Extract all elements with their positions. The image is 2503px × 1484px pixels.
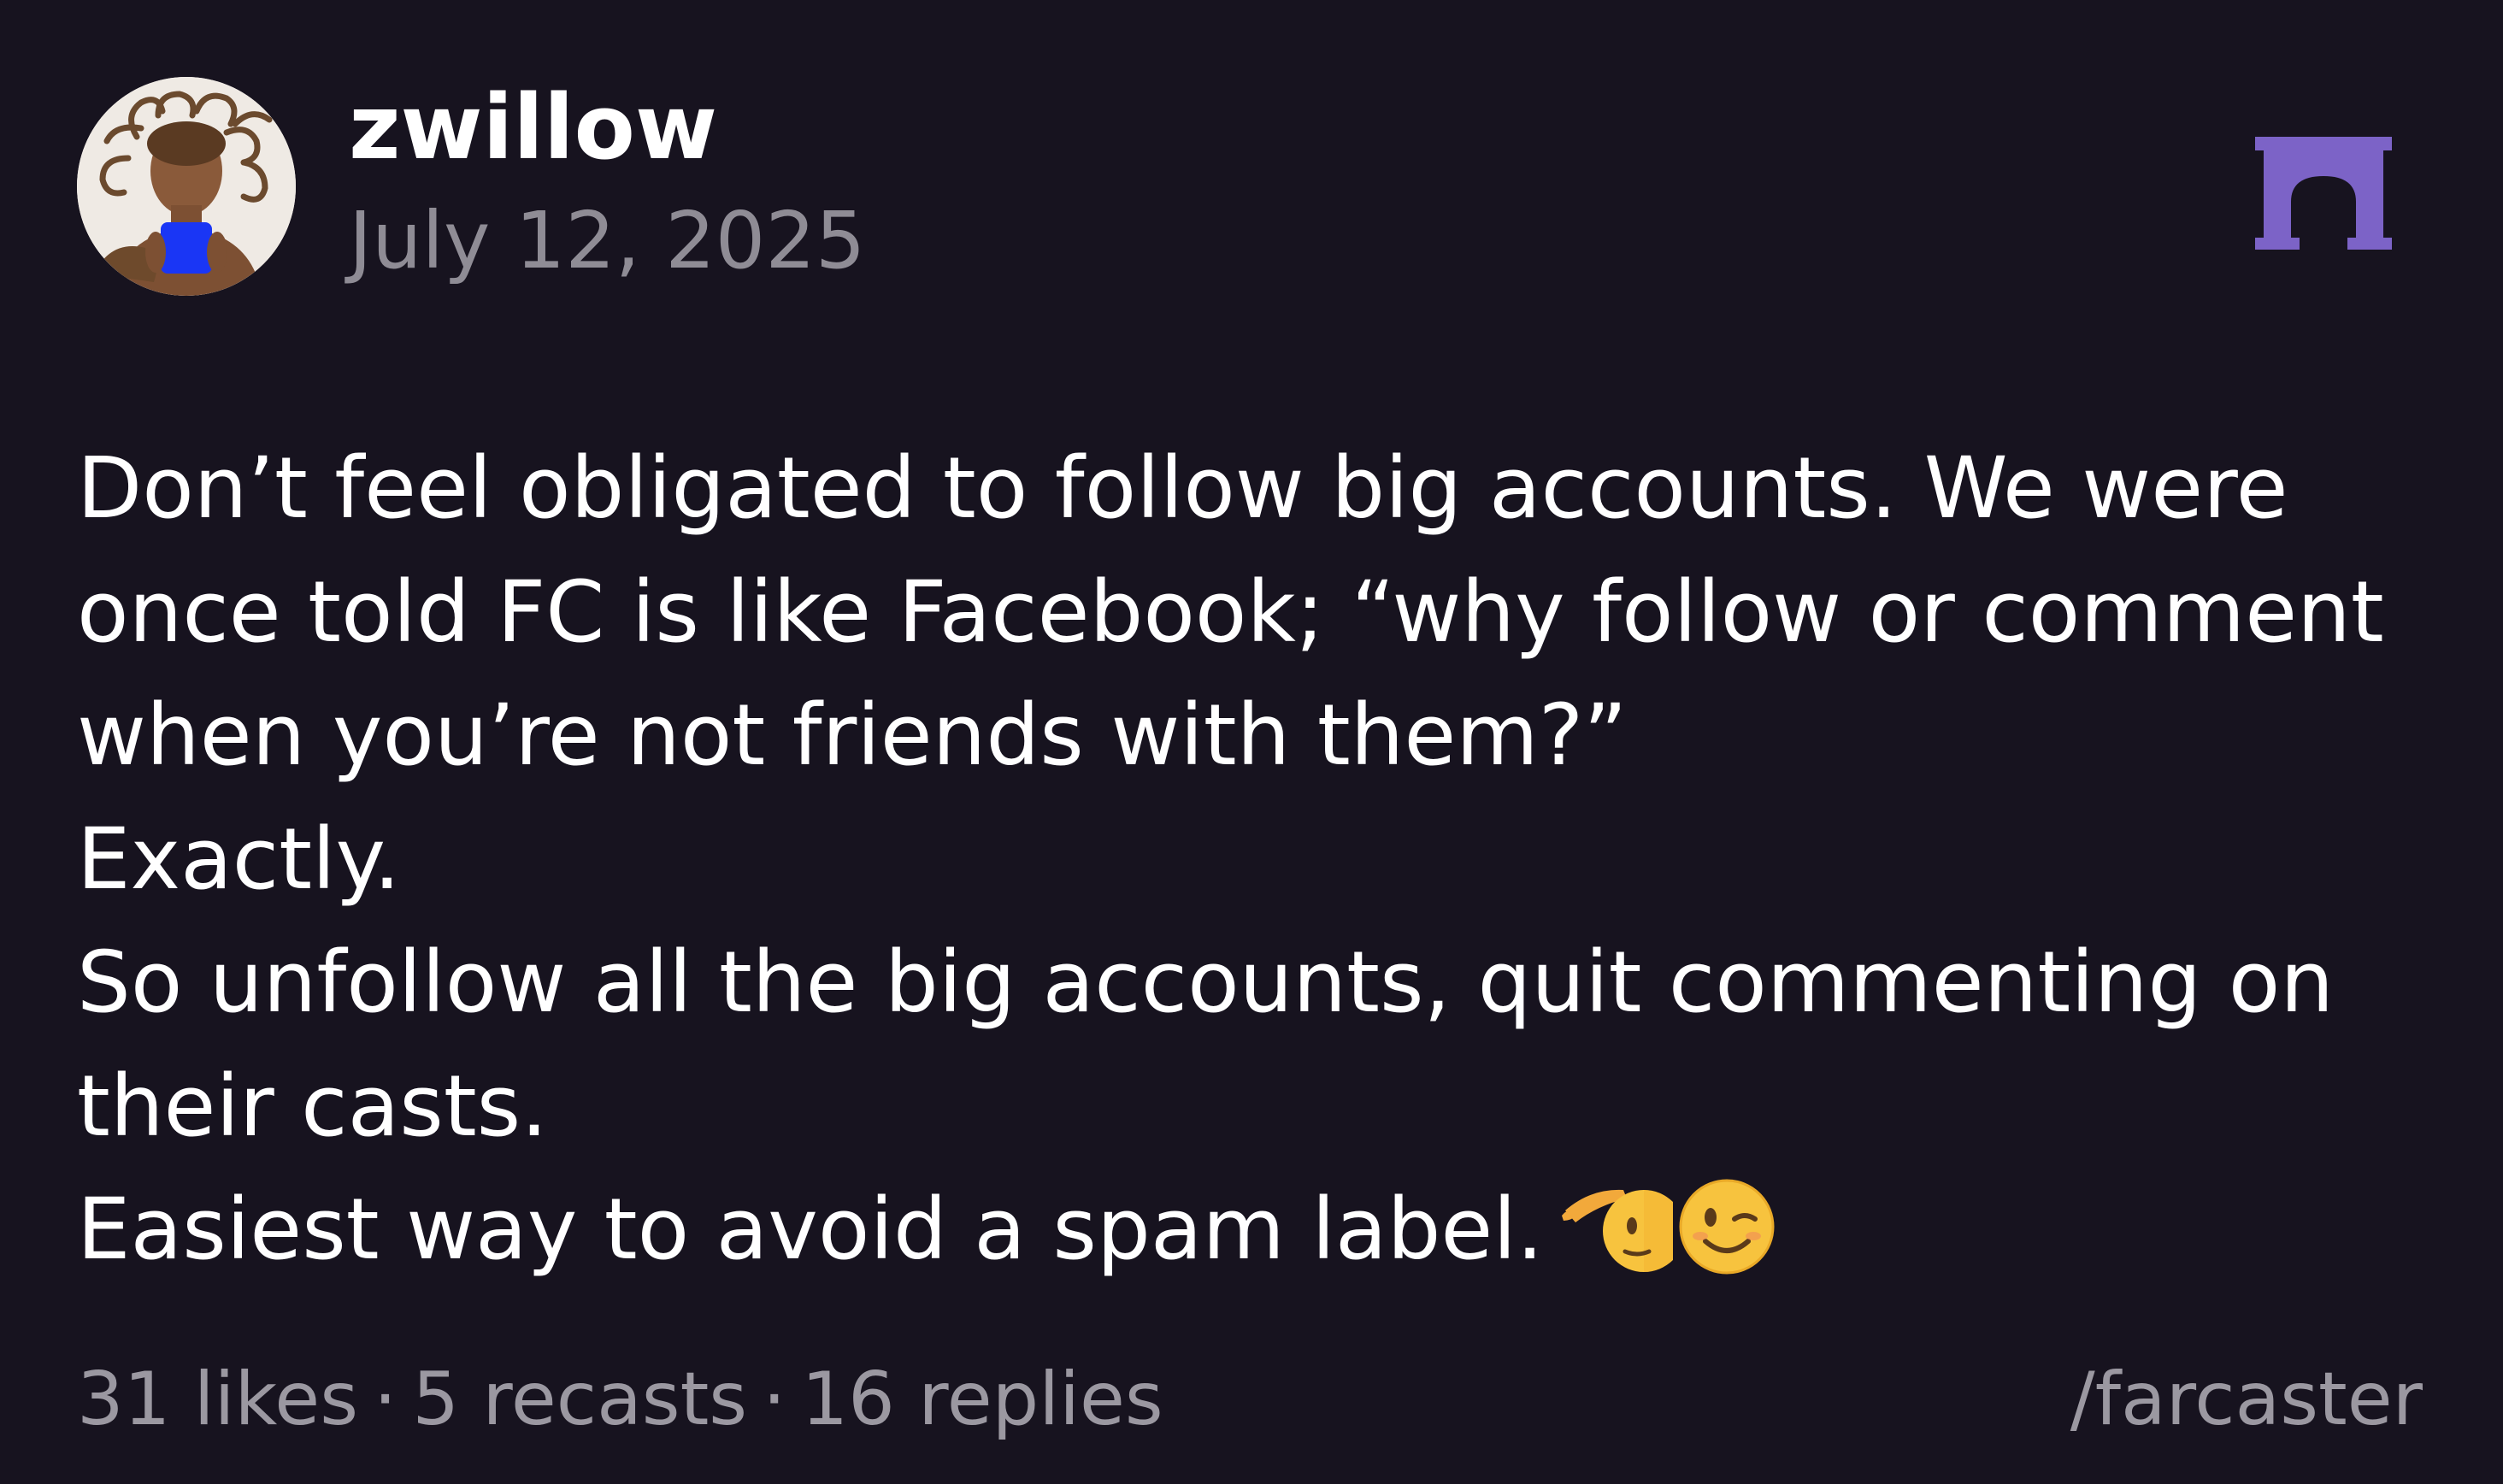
post-body-line: So unfollow all the big accounts, quit c… xyxy=(77,933,2335,1032)
replies-count[interactable]: 16 replies xyxy=(801,1357,1163,1442)
post-body-line: once told FC is like Facebook; “why foll… xyxy=(77,562,2384,662)
saluting-face-icon xyxy=(1560,1176,1674,1277)
stats-separator: · xyxy=(763,1357,786,1442)
post-body-line: Don’t feel obligated to follow big accou… xyxy=(77,439,2288,538)
winking-face-icon xyxy=(1676,1176,1777,1277)
farcaster-arch-icon[interactable] xyxy=(2255,137,2392,250)
post-stats: 31 likes · 5 recasts · 16 replies xyxy=(77,1352,1163,1446)
avatar-image xyxy=(77,77,296,296)
stats-separator: · xyxy=(374,1357,398,1442)
channel-link[interactable]: /farcaster xyxy=(2070,1352,2423,1446)
post-date: July 12, 2025 xyxy=(349,195,866,286)
likes-count[interactable]: 31 likes xyxy=(77,1357,358,1442)
post-body-line: Easiest way to avoid a spam label. xyxy=(77,1181,1544,1279)
post-body-last-line: Easiest way to avoid a spam label. xyxy=(77,1169,2436,1293)
post-body-line: their casts. xyxy=(77,1057,548,1156)
recasts-count[interactable]: 5 recasts xyxy=(412,1357,747,1442)
avatar[interactable] xyxy=(77,77,296,296)
cast-card: zwillow July 12, 2025 Don’t feel obligat… xyxy=(0,0,2503,1484)
post-body: Don’t feel obligated to follow big accou… xyxy=(77,427,2436,1293)
post-body-line: Exactly. xyxy=(77,810,401,909)
post-body-line: when you’re not friends with them?” xyxy=(77,686,1628,785)
author-username[interactable]: zwillow xyxy=(349,72,717,183)
